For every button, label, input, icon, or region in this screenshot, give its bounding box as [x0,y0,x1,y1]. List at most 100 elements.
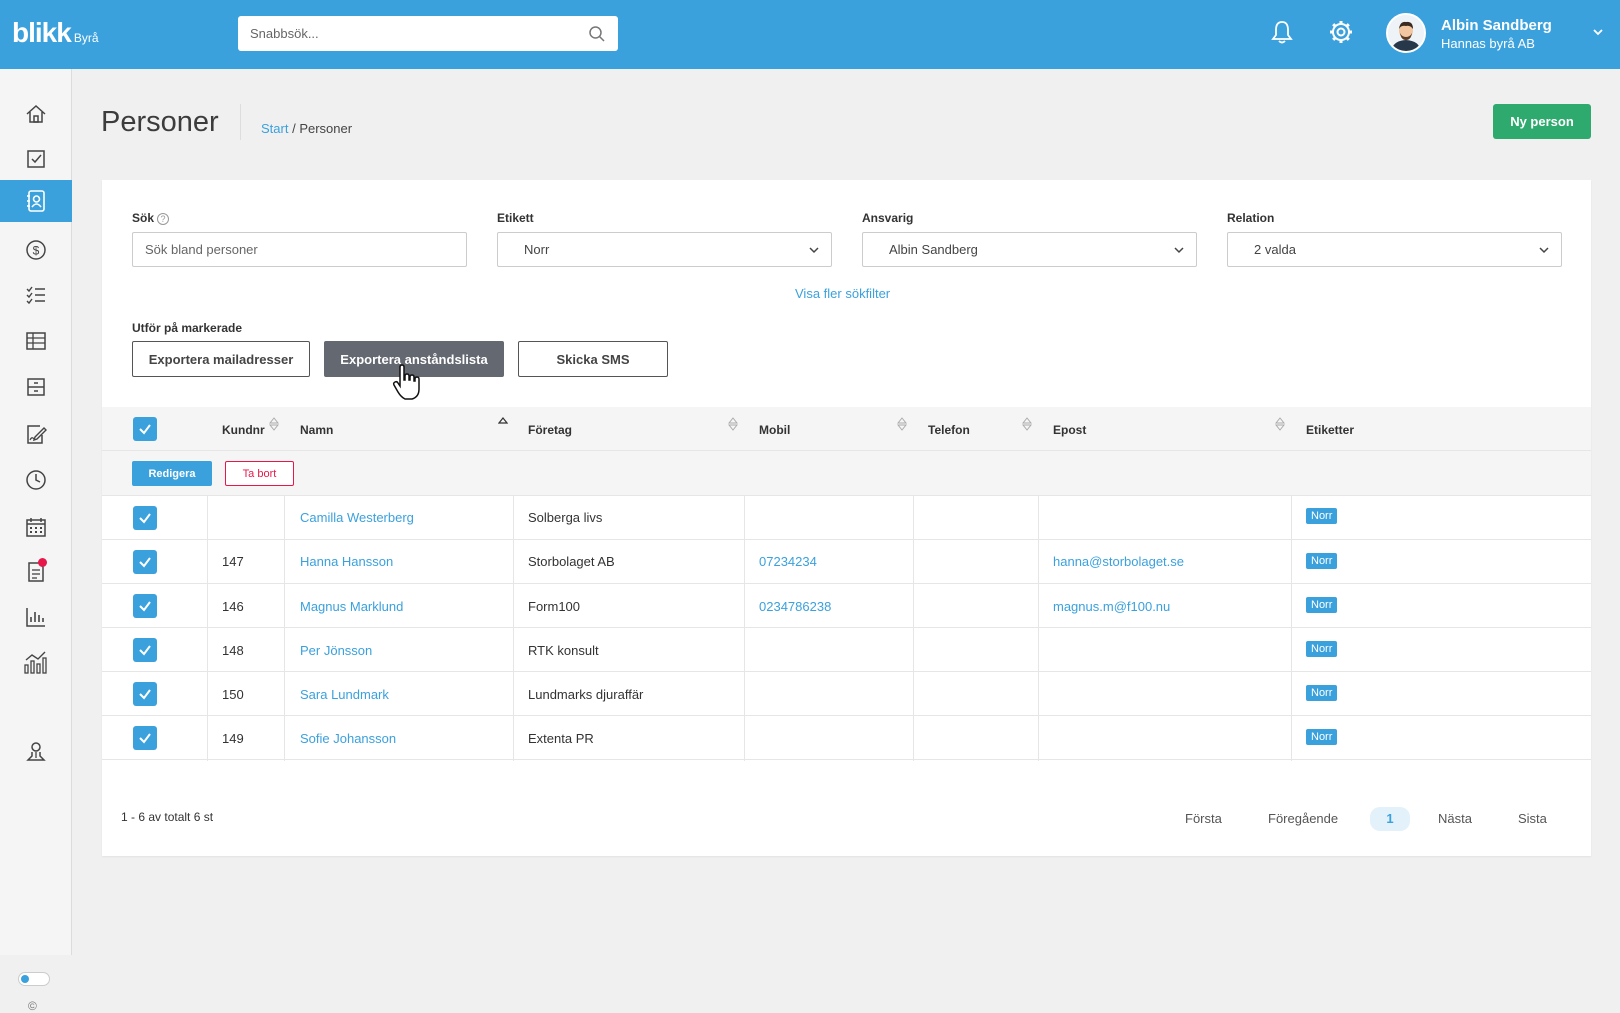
row-checkbox[interactable] [133,638,157,662]
row-checkbox[interactable] [133,594,157,618]
cell-namn[interactable]: Camilla Westerberg [300,510,414,525]
relation-select[interactable]: 2 valda [1227,232,1562,267]
tag-badge: Norr [1306,685,1338,701]
sidebar-item-economy[interactable]: $ [0,229,72,271]
sidebar-item-checklist[interactable] [0,274,72,316]
logo[interactable]: blikk Byrå [12,17,99,49]
person-search-input[interactable] [132,232,467,267]
column-mobil[interactable]: Mobil [759,423,790,437]
export-mail-button[interactable]: Exportera mailadresser [132,341,310,377]
row-checkbox[interactable] [133,726,157,750]
sidebar-item-analytics[interactable] [0,641,72,683]
row-checkbox[interactable] [133,550,157,574]
search-label-text: Sök [132,211,155,225]
more-filters-link[interactable]: Visa fler sökfilter [795,286,890,301]
column-namn[interactable]: Namn [300,423,333,437]
cell-foretag: Solberga livs [528,510,603,525]
cell-mobil[interactable]: 07234234 [759,554,817,569]
quick-search[interactable] [238,16,618,51]
help-icon[interactable]: ? [157,212,170,225]
row-checkbox[interactable] [133,506,157,530]
column-divider [1038,496,1039,761]
sidebar-item-profile[interactable] [0,731,72,773]
pagination-first[interactable]: Första [1185,811,1222,826]
pagination-next[interactable]: Nästa [1438,811,1472,826]
cell-namn[interactable]: Per Jönsson [300,643,372,658]
pagination-last[interactable]: Sista [1518,811,1547,826]
sidebar-item-archive[interactable] [0,366,72,408]
column-divider [513,496,514,761]
sort-icon[interactable] [269,417,279,431]
sort-icon[interactable] [1022,417,1032,431]
column-foretag[interactable]: Företag [528,423,572,437]
check-icon [139,689,151,700]
pagination-info: 1 - 6 av totalt 6 st [121,810,214,824]
chevron-down-icon [1174,246,1184,253]
sidebar-item-sign[interactable] [0,413,72,455]
breadcrumb-start[interactable]: Start [261,121,288,136]
sidebar-item-reports[interactable] [0,596,72,638]
ansvarig-label: Ansvarig [862,211,914,225]
sort-icon[interactable] [1275,417,1285,431]
sort-asc-icon[interactable] [498,417,508,431]
relation-value: 2 valda [1254,242,1296,257]
select-all-checkbox[interactable] [133,417,157,441]
search-icon[interactable] [588,25,606,43]
copyright: © [28,999,37,1013]
column-kundnr[interactable]: Kundnr [222,423,265,437]
sidebar-item-home[interactable] [0,93,72,135]
cell-namn[interactable]: Magnus Marklund [300,599,403,614]
chevron-down-icon[interactable] [1592,26,1604,38]
bar-chart-icon [26,608,45,627]
ansvarig-select[interactable]: Albin Sandberg [862,232,1197,267]
check-icon [139,733,151,744]
tag-badge: Norr [1306,641,1338,657]
sort-icon[interactable] [728,417,738,431]
sidebar-item-persons[interactable] [0,180,72,222]
sidebar-item-tasks[interactable] [0,138,72,180]
cell-epost[interactable]: hanna@storbolaget.se [1053,554,1184,569]
sidebar-item-documents[interactable] [0,551,72,593]
breadcrumb: Start / Personer [261,121,352,136]
quick-search-input[interactable] [250,26,588,41]
user-company[interactable]: Hannas byrå AB [1441,36,1535,51]
user-name[interactable]: Albin Sandberg [1441,17,1552,34]
pagination-prev[interactable]: Föregående [1268,811,1338,826]
cell-kundnr: 148 [222,643,244,658]
send-sms-button[interactable]: Skicka SMS [518,341,668,377]
row-checkbox[interactable] [133,682,157,706]
delete-button[interactable]: Ta bort [225,461,294,486]
cell-epost[interactable]: magnus.m@f100.nu [1053,599,1170,614]
relation-label: Relation [1227,211,1275,225]
cell-kundnr: 146 [222,599,244,614]
etikett-value: Norr [524,242,550,257]
sort-icon[interactable] [897,417,907,431]
theme-toggle[interactable] [18,972,50,986]
page-title: Personer [101,106,219,138]
bulk-edit-bar [102,451,1591,496]
column-epost[interactable]: Epost [1053,423,1086,437]
edit-button[interactable]: Redigera [132,461,212,486]
new-person-button[interactable]: Ny person [1493,104,1591,139]
sidebar-item-time[interactable] [0,459,72,501]
chevron-down-icon [809,246,819,253]
cell-namn[interactable]: Sofie Johansson [300,731,396,746]
toggle-knob [21,975,29,983]
column-telefon[interactable]: Telefon [928,423,970,437]
check-icon [139,513,151,524]
column-etiketter[interactable]: Etiketter [1306,423,1354,437]
sidebar-item-table[interactable] [0,320,72,362]
search-label: Sök? [132,211,170,225]
pagination-current[interactable]: 1 [1370,807,1410,831]
gear-icon[interactable] [1327,18,1355,46]
cell-namn[interactable]: Sara Lundmark [300,687,389,702]
clock-icon [26,470,46,490]
avatar[interactable] [1386,13,1426,53]
logo-word: blikk [12,17,72,48]
sidebar: $ © [0,69,72,1013]
bell-icon[interactable] [1268,18,1296,46]
cell-namn[interactable]: Hanna Hansson [300,554,393,569]
etikett-select[interactable]: Norr [497,232,832,267]
cell-mobil[interactable]: 0234786238 [759,599,831,614]
sidebar-item-calendar[interactable] [0,506,72,548]
